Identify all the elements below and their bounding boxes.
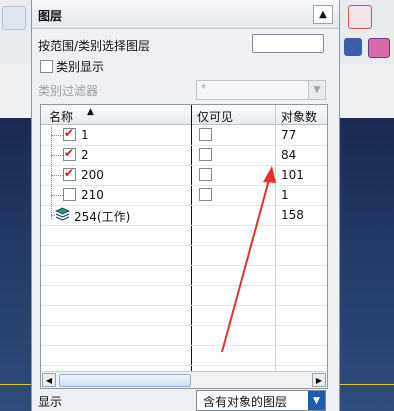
graphics-area-right — [338, 118, 394, 411]
right-toolbar — [338, 0, 394, 65]
object-count: 84 — [281, 148, 297, 162]
layer-visible-checkbox[interactable] — [63, 166, 76, 181]
visible-only-checkbox[interactable] — [199, 188, 212, 201]
layer-name: 200 — [81, 168, 104, 182]
object-count: 101 — [281, 168, 304, 182]
layer-dialog: 图层 ▲ 按范围/类别选择图层 类别显示 类别过滤器 * ▼ 名称 ▲ 仅可见 … — [31, 0, 340, 411]
visible-only-checkbox[interactable] — [199, 128, 212, 141]
table-row — [41, 285, 327, 306]
tree-line — [51, 175, 63, 176]
table-row — [41, 245, 327, 266]
tree-line — [51, 195, 63, 196]
category-display-label[interactable]: 类别显示 — [56, 58, 104, 75]
table-row — [41, 325, 327, 346]
dialog-titlebar: 图层 ▲ — [32, 0, 339, 29]
visible-only-checkbox[interactable] — [199, 168, 212, 181]
column-header-visible-only[interactable]: 仅可见 — [197, 108, 233, 125]
object-count: 158 — [281, 208, 304, 222]
table-row[interactable]: 210 1 — [41, 185, 327, 206]
chevron-up-icon: ▲ — [319, 9, 327, 20]
collapse-button[interactable]: ▲ — [313, 5, 333, 24]
display-dropdown[interactable]: 含有对象的图层 ▼ — [196, 390, 326, 411]
scroll-right-icon[interactable]: ▶ — [312, 373, 326, 387]
select-by-range-label: 按范围/类别选择图层 — [38, 39, 151, 53]
layer-icon[interactable] — [348, 5, 372, 29]
sort-ascending-icon[interactable]: ▲ — [87, 107, 94, 117]
layer-name: 2 — [81, 148, 89, 162]
display-label: 显示 — [38, 395, 63, 409]
scrollbar-thumb[interactable] — [59, 374, 191, 387]
object-count: 77 — [281, 128, 297, 142]
table-row[interactable]: 254(工作) 158 — [41, 205, 327, 226]
layer-visible-checkbox[interactable] — [63, 188, 76, 201]
category-display-checkbox[interactable] — [40, 60, 53, 73]
table-row — [41, 345, 327, 366]
table-row — [41, 305, 327, 326]
visible-only-checkbox[interactable] — [199, 148, 212, 161]
table-row[interactable]: 200 101 — [41, 165, 327, 186]
chevron-down-icon[interactable]: ▼ — [308, 81, 325, 99]
left-panel — [0, 64, 31, 118]
table-row — [41, 265, 327, 286]
left-toolbar — [0, 0, 31, 65]
layer-visible-checkbox[interactable] — [63, 146, 76, 161]
column-header-object-count[interactable]: 对象数 — [281, 108, 317, 125]
table-row[interactable]: 2 84 — [41, 145, 327, 166]
table-header: 名称 ▲ 仅可见 对象数 — [41, 105, 327, 125]
table-row — [41, 225, 327, 246]
scroll-left-icon[interactable]: ◀ — [42, 373, 56, 387]
toolbar-icon[interactable] — [2, 6, 26, 30]
category-filter-dropdown[interactable]: * ▼ — [196, 80, 326, 100]
view-cube-icon[interactable] — [344, 38, 362, 56]
horizontal-scrollbar[interactable]: ◀ ▶ — [41, 371, 327, 388]
object-count: 1 — [281, 188, 289, 202]
category-filter-label: 类别过滤器 — [38, 84, 99, 98]
tree-line — [51, 155, 63, 156]
dialog-title: 图层 — [38, 9, 63, 23]
layer-name: 1 — [81, 128, 89, 142]
work-layer-icon — [55, 207, 70, 221]
layer-visible-checkbox[interactable] — [63, 126, 76, 141]
graphics-area-left — [0, 118, 31, 411]
category-filter-value: * — [201, 83, 206, 94]
layer-name: 254(工作) — [74, 210, 131, 224]
layer-name: 210 — [81, 188, 104, 202]
column-header-name[interactable]: 名称 — [49, 108, 73, 125]
chevron-down-icon[interactable]: ▼ — [308, 391, 325, 410]
select-by-range-input[interactable] — [252, 34, 324, 53]
right-panel — [338, 64, 394, 118]
layer-table: 名称 ▲ 仅可见 对象数 1 77 2 84 200 101 — [40, 104, 328, 389]
display-value: 含有对象的图层 — [203, 395, 288, 409]
tree-line — [51, 135, 63, 136]
table-row[interactable]: 1 77 — [41, 125, 327, 146]
shaded-cube-icon[interactable] — [368, 38, 390, 58]
